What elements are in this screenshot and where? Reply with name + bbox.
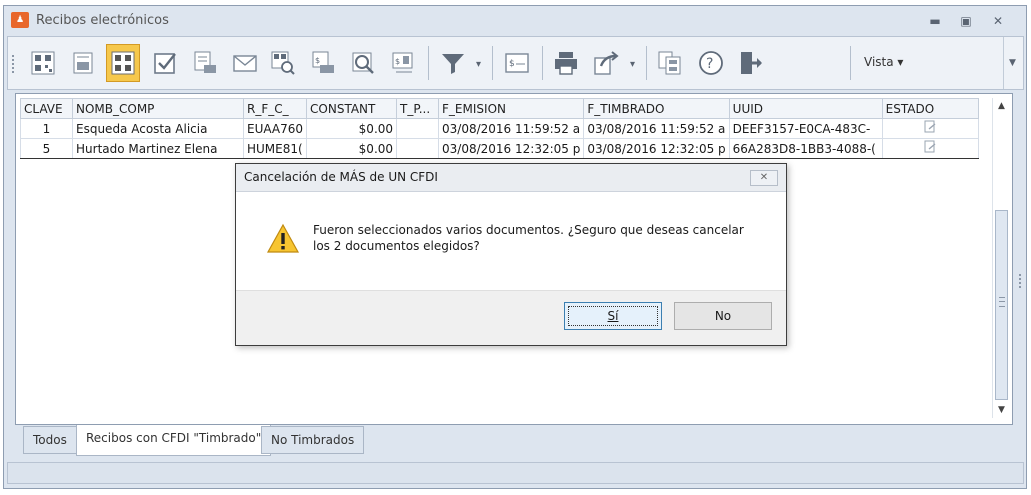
tab-recibos-timbrado[interactable]: Recibos con CFDI "Timbrado" — [76, 425, 272, 456]
close-icon[interactable]: ✕ — [750, 170, 778, 186]
table-row[interactable]: 1 Esqueda Acosta Alicia EUAA760 $0.00 03… — [20, 118, 979, 139]
svg-text:$: $ — [509, 59, 515, 69]
title-bar: ♟ Recibos electrónicos ▬ ▣ ✕ — [4, 6, 1026, 36]
column-header-nomb-comp[interactable]: NOMB_COMP — [72, 98, 244, 119]
qr-search-icon[interactable] — [266, 44, 300, 82]
cell-rfc: EUAA760 — [242, 118, 308, 139]
dialog-body: Fueron seleccionados varios documentos. … — [236, 192, 786, 290]
table-row[interactable]: 5 Hurtado Martinez Elena HUME81( $0.00 0… — [20, 138, 979, 159]
yes-button-label: Sí — [607, 309, 619, 323]
cell-tp — [396, 138, 440, 159]
magnifier-icon[interactable] — [346, 44, 380, 82]
panel-resize-grip[interactable] — [1019, 274, 1022, 288]
document-print-icon[interactable] — [188, 44, 222, 82]
toolbar-separator — [492, 46, 493, 80]
stamped-document-icon — [924, 140, 936, 153]
cell-tp — [396, 118, 440, 139]
chevron-down-icon: ▾ — [897, 55, 904, 69]
cell-estado — [881, 118, 979, 139]
exit-icon[interactable] — [734, 44, 768, 82]
dialog-title-bar: Cancelación de MÁS de UN CFDI ✕ — [236, 164, 786, 192]
calculator-icon[interactable] — [653, 44, 687, 82]
receipt-stack-icon[interactable]: $ — [386, 44, 420, 82]
qr-stamp-icon[interactable] — [106, 44, 140, 82]
cell-uuid: 66A283D8-1BB3-4088-( — [728, 138, 883, 159]
receipts-table: CLAVE NOMB_COMP R_F_C_ CONSTANT T_P... F… — [20, 98, 979, 159]
dialog-message-line: Fueron seleccionados varios documentos. … — [313, 223, 744, 237]
window-title: Recibos electrónicos — [36, 13, 169, 28]
table-header-row: CLAVE NOMB_COMP R_F_C_ CONSTANT T_P... F… — [20, 98, 979, 119]
app-logo-icon: ♟ — [11, 12, 29, 28]
dialog-title: Cancelación de MÁS de UN CFDI — [244, 170, 438, 184]
dialog-footer: Sí No — [236, 290, 786, 345]
column-header-uuid[interactable]: UUID — [728, 98, 883, 119]
checkbox-icon[interactable] — [148, 44, 182, 82]
vertical-scrollbar[interactable]: ▲ ▼ — [992, 98, 1009, 418]
tab-no-timbrados[interactable]: No Timbrados — [261, 426, 365, 454]
cell-clave: 1 — [20, 118, 73, 139]
stamped-document-icon — [924, 120, 936, 133]
dialog-message: Fueron seleccionados varios documentos. … — [313, 222, 753, 254]
envelope-icon[interactable] — [228, 44, 262, 82]
filter-icon[interactable] — [436, 44, 470, 82]
printer-icon[interactable] — [549, 44, 583, 82]
receipt-print-icon[interactable]: $ — [306, 44, 340, 82]
column-header-f-timbrado[interactable]: F_TIMBRADO — [583, 98, 730, 119]
yes-button[interactable]: Sí — [564, 302, 662, 330]
receipt-icon[interactable] — [66, 44, 100, 82]
column-header-rfc[interactable]: R_F_C_ — [242, 98, 308, 119]
status-bar — [7, 462, 1024, 484]
cancel-confirm-dialog: Cancelación de MÁS de UN CFDI ✕ Fueron s… — [235, 163, 787, 346]
cell-f-timbrado: 03/08/2016 12:32:05 p — [583, 138, 730, 159]
cell-uuid: DEEF3157-E0CA-483C- — [728, 118, 883, 139]
no-button[interactable]: No — [674, 302, 772, 330]
column-header-constant[interactable]: CONSTANT — [306, 98, 398, 119]
tab-todos[interactable]: Todos — [23, 426, 77, 454]
toolbar: $ $ ▾ $ ▾ ? Vista ▾ ▼ — [7, 36, 1024, 90]
cell-f-emision: 03/08/2016 12:32:05 p — [438, 138, 585, 159]
help-icon[interactable]: ? — [694, 44, 728, 82]
toolbar-grip[interactable] — [12, 55, 16, 73]
toolbar-overflow-icon[interactable]: ▼ — [1003, 37, 1021, 89]
thumb-grip-icon — [999, 297, 1005, 307]
column-header-f-emision[interactable]: F_EMISION — [438, 98, 585, 119]
column-header-clave[interactable]: CLAVE — [20, 98, 73, 119]
close-icon[interactable]: ✕ — [986, 12, 1010, 30]
cell-constant: $0.00 — [306, 138, 398, 159]
warning-icon — [266, 223, 300, 253]
scroll-thumb[interactable] — [995, 210, 1008, 400]
toolbar-separator — [646, 46, 647, 80]
filter-dropdown-icon[interactable]: ▾ — [476, 59, 481, 70]
export-icon[interactable] — [589, 44, 623, 82]
column-header-tp[interactable]: T_P... — [396, 98, 440, 119]
cell-rfc: HUME81( — [242, 138, 308, 159]
scroll-up-icon[interactable]: ▲ — [993, 98, 1010, 114]
toolbar-separator — [428, 46, 429, 80]
minimize-icon[interactable]: ▬ — [923, 12, 947, 30]
dialog-message-line: los 2 documentos elegidos? — [313, 239, 480, 253]
cell-clave: 5 — [20, 138, 73, 159]
svg-text:?: ? — [706, 56, 713, 72]
cell-f-emision: 03/08/2016 11:59:52 a — [438, 118, 585, 139]
column-header-estado[interactable]: ESTADO — [881, 98, 979, 119]
qr-code-icon[interactable] — [26, 44, 60, 82]
cell-f-timbrado: 03/08/2016 11:59:52 a — [583, 118, 730, 139]
svg-text:$: $ — [395, 57, 400, 66]
no-button-label: No — [714, 309, 732, 323]
svg-text:$: $ — [315, 56, 320, 65]
export-dropdown-icon[interactable]: ▾ — [630, 59, 635, 70]
cell-nomb-comp: Esqueda Acosta Alicia — [72, 118, 244, 139]
cell-constant: $0.00 — [306, 118, 398, 139]
scroll-down-icon[interactable]: ▼ — [993, 402, 1010, 418]
invoice-icon[interactable]: $ — [500, 44, 534, 82]
cell-nomb-comp: Hurtado Martinez Elena — [72, 138, 244, 159]
toolbar-separator — [850, 46, 851, 80]
vista-label: Vista — [864, 55, 894, 69]
restore-icon[interactable]: ▣ — [954, 12, 978, 30]
vista-menu[interactable]: Vista ▾ — [864, 55, 903, 69]
cell-estado — [881, 138, 979, 159]
toolbar-separator — [542, 46, 543, 80]
